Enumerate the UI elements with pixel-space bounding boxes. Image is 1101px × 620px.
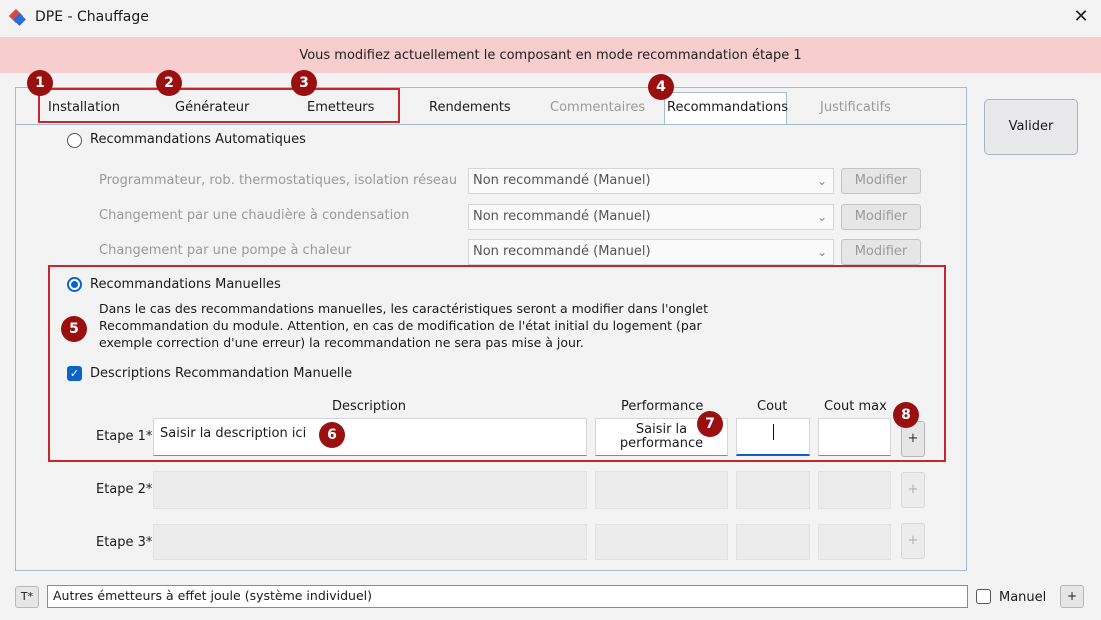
manual-info-line: exemple correction d'une erreur) la reco… xyxy=(99,335,584,350)
badge-4: 4 xyxy=(648,74,674,100)
step-1-cout-input[interactable] xyxy=(736,418,810,456)
close-icon[interactable]: ✕ xyxy=(1066,4,1096,30)
highlight-tabs-group xyxy=(38,88,400,123)
manual-info-line: Dans le cas des recommandations manuelle… xyxy=(99,301,708,316)
auto-select-1[interactable]: Non recommandé (Manuel) ⌄ xyxy=(468,168,834,194)
step-1-performance-line: performance xyxy=(619,436,704,451)
footer-component-field[interactable]: Autres émetteurs à effet joule (système … xyxy=(47,585,968,608)
step-2-description-input[interactable] xyxy=(153,471,587,509)
badge-1: 1 xyxy=(27,70,53,96)
tab-rendements[interactable]: Rendements xyxy=(429,100,511,115)
column-header-description: Description xyxy=(332,399,407,414)
chevron-down-icon: ⌄ xyxy=(816,245,827,259)
title-bar xyxy=(0,0,1101,36)
auto-select-2[interactable]: Non recommandé (Manuel) ⌄ xyxy=(468,204,834,230)
chevron-down-icon: ⌄ xyxy=(816,210,827,224)
valider-button[interactable]: Valider xyxy=(984,99,1078,155)
checkbox-manual-descriptions-label: Descriptions Recommandation Manuelle xyxy=(90,366,353,381)
step-2-performance-button[interactable] xyxy=(595,471,728,509)
step-3-cout-max-input[interactable] xyxy=(818,524,891,560)
auto-select-value: Non recommandé (Manuel) xyxy=(473,209,651,224)
tab-recommandations[interactable]: Recommandations xyxy=(667,100,788,115)
app-logo-icon xyxy=(9,9,26,26)
badge-2: 2 xyxy=(156,70,182,96)
badge-6: 6 xyxy=(319,422,345,448)
step-1-description-input[interactable]: Saisir la description ici xyxy=(153,418,587,456)
step-2-cout-input[interactable] xyxy=(736,471,810,509)
modifier-button-3[interactable]: Modifier xyxy=(841,239,921,265)
checkbox-manuel[interactable] xyxy=(976,589,991,604)
step-label: Etape 2* xyxy=(96,482,153,497)
auto-select-value: Non recommandé (Manuel) xyxy=(473,173,651,188)
footer-add-button[interactable]: + xyxy=(1060,585,1084,608)
text-caret xyxy=(773,424,774,440)
chevron-down-icon: ⌄ xyxy=(816,174,827,188)
auto-row-label: Changement par une pompe à chaleur xyxy=(99,243,352,258)
step-3-description-input[interactable] xyxy=(153,524,587,560)
badge-7: 7 xyxy=(697,411,723,437)
modifier-button-1[interactable]: Modifier xyxy=(841,168,921,194)
radio-manual-label: Recommandations Manuelles xyxy=(90,277,281,292)
radio-automatic-label: Recommandations Automatiques xyxy=(90,132,306,147)
checkbox-manual-descriptions[interactable]: ✓ xyxy=(67,366,82,381)
column-header-cout-max: Cout max xyxy=(824,399,887,414)
window-title: DPE - Chauffage xyxy=(35,9,149,25)
auto-select-3[interactable]: Non recommandé (Manuel) ⌄ xyxy=(468,239,834,265)
badge-8: 8 xyxy=(893,402,919,428)
badge-5: 5 xyxy=(61,316,87,342)
step-2-cout-max-input[interactable] xyxy=(818,471,891,509)
auto-row-label: Programmateur, rob. thermostatiques, iso… xyxy=(99,173,458,188)
auto-row-label: Changement par une chaudière à condensat… xyxy=(99,208,410,223)
t-star-button[interactable]: T* xyxy=(15,586,39,608)
modifier-button-2[interactable]: Modifier xyxy=(841,204,921,230)
step-1-cout-max-input[interactable] xyxy=(818,418,891,456)
step-1-description-value: Saisir la description ici xyxy=(160,426,307,441)
step-2-add-button[interactable]: + xyxy=(901,472,925,508)
step-3-cout-input[interactable] xyxy=(736,524,810,560)
column-header-cout: Cout xyxy=(757,399,788,414)
step-label: Etape 3* xyxy=(96,535,153,550)
checkbox-manuel-label: Manuel xyxy=(999,590,1047,605)
tab-justificatifs[interactable]: Justificatifs xyxy=(820,100,891,115)
column-header-performance: Performance xyxy=(621,399,704,414)
badge-3: 3 xyxy=(291,70,317,96)
step-3-add-button[interactable]: + xyxy=(901,523,925,559)
auto-select-value: Non recommandé (Manuel) xyxy=(473,244,651,259)
tab-divider xyxy=(16,124,966,125)
radio-manual[interactable] xyxy=(67,277,82,292)
manual-info-line: Recommandation du module. Attention, en … xyxy=(99,318,702,333)
tab-commentaires[interactable]: Commentaires xyxy=(550,100,645,115)
radio-automatic[interactable] xyxy=(67,133,82,148)
step-3-performance-button[interactable] xyxy=(595,524,728,560)
mode-banner: Vous modifiez actuellement le composant … xyxy=(0,37,1101,73)
step-label: Etape 1* xyxy=(96,429,153,444)
